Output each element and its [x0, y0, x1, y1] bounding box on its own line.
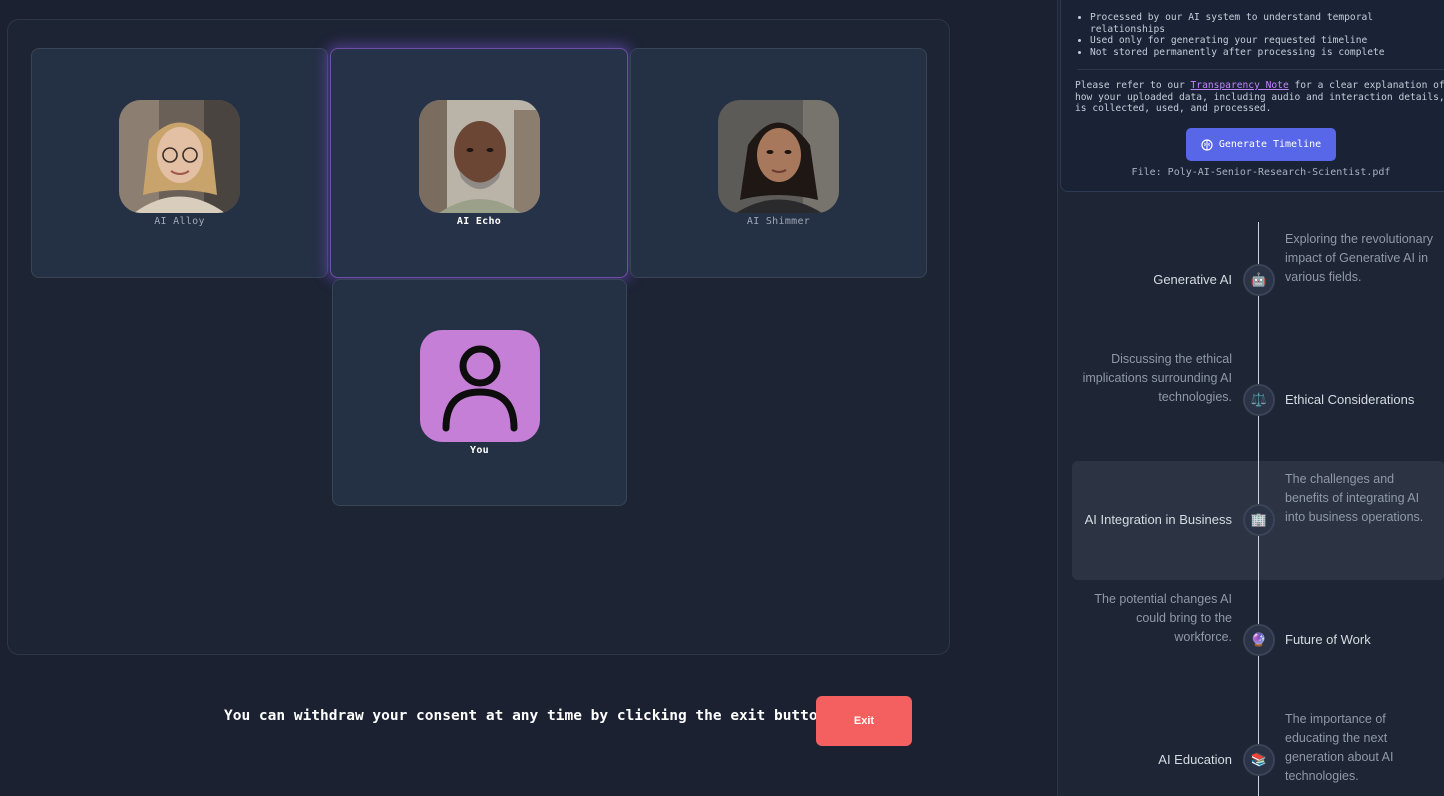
office-building-icon[interactable]: 🏢: [1243, 504, 1275, 536]
timeline-item-description: Exploring the revolutionary impact of Ge…: [1285, 232, 1433, 284]
robot-icon[interactable]: 🤖: [1243, 264, 1275, 296]
user-silhouette-icon: [442, 345, 517, 431]
crystal-ball-icon[interactable]: 🔮: [1243, 624, 1275, 656]
ai-echo-avatar: [418, 99, 540, 213]
timeline-item-description: Discussing the ethical implications surr…: [1082, 352, 1232, 404]
note-prefix: Please refer to our: [1075, 80, 1191, 91]
participant-tile-ai-echo[interactable]: AI Echo: [330, 48, 628, 278]
data-usage-list: Processed by our AI system to understand…: [1090, 12, 1420, 58]
divider: [1077, 69, 1444, 70]
participant-tile-ai-alloy[interactable]: AI Alloy: [31, 48, 328, 278]
timeline-item-description: The potential changes AI could bring to …: [1094, 592, 1232, 644]
generate-timeline-label: Generate Timeline: [1218, 139, 1322, 150]
consent-message: You can withdraw your consent at any tim…: [224, 708, 827, 724]
timeline-panel: Processed by our AI system to understand…: [1057, 0, 1444, 796]
transparency-note-link[interactable]: Transparency Note: [1191, 80, 1289, 91]
data-usage-item: Processed by our AI system to understand…: [1090, 12, 1420, 35]
timeline-item-title: Ethical Considerations: [1285, 392, 1415, 407]
participants-stage: AI Alloy AI Echo AI Shimmer You: [7, 19, 950, 655]
brain-icon: [1201, 138, 1213, 151]
generate-timeline-button[interactable]: Generate Timeline: [1186, 128, 1336, 161]
timeline-item-description: The challenges and benefits of integrati…: [1285, 472, 1424, 524]
participant-name: AI Echo: [456, 215, 502, 227]
timeline-item-title: Generative AI: [1153, 272, 1232, 287]
timeline-item-description: The importance of educating the next gen…: [1285, 712, 1394, 783]
timeline-item-title: Future of Work: [1285, 632, 1371, 647]
data-usage-item: Not stored permanently after processing …: [1090, 47, 1420, 59]
participant-tile-you[interactable]: You: [332, 279, 627, 506]
user-avatar: [419, 329, 540, 442]
file-name: File: Poly-AI-Senior-Research-Scientist.…: [1131, 167, 1391, 178]
ai-shimmer-avatar: [718, 99, 839, 213]
participant-name: AI Shimmer: [746, 215, 811, 227]
exit-button[interactable]: Exit: [816, 696, 912, 746]
participant-name: You: [470, 444, 489, 456]
data-usage-item: Used only for generating your requested …: [1090, 35, 1420, 47]
books-icon[interactable]: 📚: [1243, 744, 1275, 776]
participant-name: AI Alloy: [154, 215, 205, 227]
timeline-item-title: AI Integration in Business: [1084, 512, 1232, 527]
scales-icon[interactable]: ⚖️: [1243, 384, 1275, 416]
timeline-item-title: AI Education: [1158, 752, 1232, 767]
transparency-note-text: Please refer to our Transparency Note fo…: [1075, 80, 1444, 115]
participant-tile-ai-shimmer[interactable]: AI Shimmer: [630, 48, 927, 278]
data-usage-card: Processed by our AI system to understand…: [1060, 0, 1444, 192]
ai-alloy-avatar: [119, 99, 240, 213]
